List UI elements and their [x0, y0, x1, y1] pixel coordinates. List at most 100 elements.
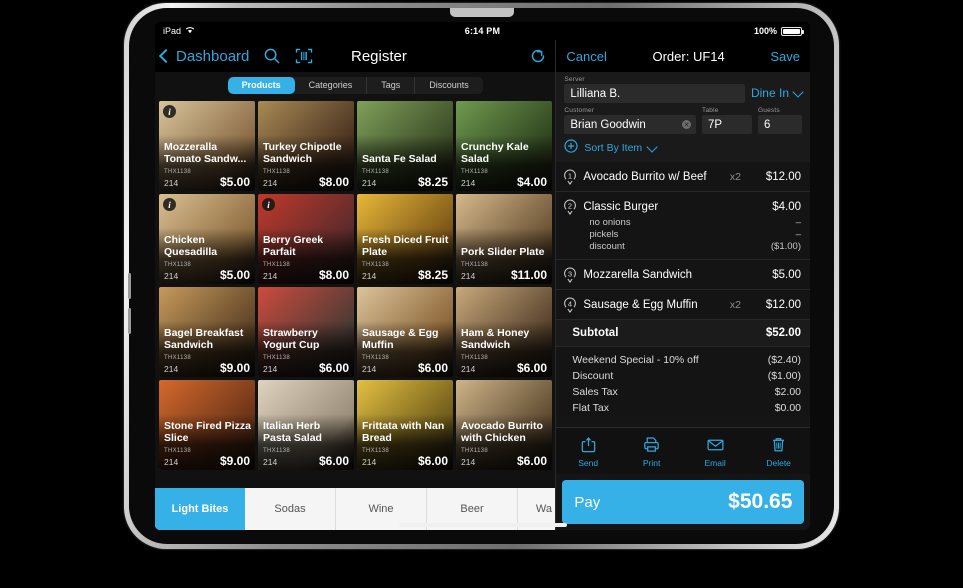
product-sku: THX1138: [362, 169, 390, 175]
product-tile[interactable]: Strawberry Yogurt Cup THX1138 214 $6.00: [258, 287, 354, 377]
category-tab[interactable]: Light Bites: [155, 488, 245, 530]
chevron-left-icon: [158, 48, 174, 64]
customer-field: Customer Brian Goodwin ✕: [564, 107, 696, 134]
product-stock-qty: 214: [461, 178, 476, 188]
total-label: Flat Tax: [572, 402, 609, 414]
pay-label: Pay: [574, 493, 601, 511]
total-row: Discount ($1.00): [572, 368, 801, 384]
customer-input[interactable]: Brian Goodwin ✕: [564, 115, 696, 134]
back-label: Dashboard: [176, 47, 250, 65]
product-price: $6.00: [417, 361, 448, 375]
svg-text:1: 1: [568, 171, 572, 180]
modifier-row: pickels –: [589, 229, 801, 241]
product-sku: THX1138: [461, 169, 489, 175]
info-icon[interactable]: i: [262, 198, 275, 211]
customer-label: Customer: [564, 107, 595, 114]
order-item[interactable]: 4 Sausage & Egg Muffin x2 $12.00: [556, 290, 810, 320]
action-label: Print: [642, 457, 661, 468]
product-price: $6.00: [318, 361, 349, 375]
modifier-value: –: [795, 217, 801, 228]
status-bar-right: 100%: [754, 26, 804, 36]
modifier-value: ($1.00): [770, 241, 801, 252]
send-icon: [579, 435, 598, 456]
product-price: $6.00: [516, 454, 547, 468]
server-field: Server Lilliana B.: [564, 76, 745, 103]
total-label: Sales Tax: [572, 386, 618, 398]
tab-products[interactable]: Products: [227, 76, 295, 94]
clear-customer-icon[interactable]: ✕: [682, 120, 691, 129]
guests-input[interactable]: 6: [758, 115, 802, 134]
order-item-modifiers: no onions – pickels – discount ($1.00): [589, 217, 801, 253]
action-label: Send: [578, 457, 599, 468]
order-item[interactable]: 3 Mozzarella Sandwich $5.00: [556, 260, 810, 290]
barcode-scan-icon[interactable]: [295, 47, 313, 65]
chevron-down-icon: [646, 140, 658, 153]
product-sku: THX1138: [461, 448, 489, 454]
product-tile[interactable]: Avocado Burrito with Chicken THX1138 214 $6…: [456, 380, 552, 470]
product-name: Sausage & Egg Muffin: [362, 327, 439, 351]
product-tile[interactable]: Turkey Chipotle Sandwich THX1138 214 $8.00: [258, 101, 354, 191]
action-delete-button[interactable]: Delete: [747, 435, 810, 468]
order-item-main: 1 Avocado Burrito w/ Beef x2 $12.00: [563, 169, 801, 185]
products-panel: Dashboard Register Products Categories T…: [155, 40, 556, 530]
action-send-button[interactable]: Send: [556, 435, 620, 468]
tab-categories[interactable]: Categories: [295, 76, 368, 94]
add-pin-icon[interactable]: [564, 139, 578, 156]
search-icon[interactable]: [263, 47, 281, 65]
cancel-button[interactable]: Cancel: [566, 49, 606, 64]
product-price: $4.00: [516, 175, 547, 189]
screenshot-root: iPad 6:14 PM 100% Dashboard Register Pro…: [0, 0, 963, 588]
product-stock-qty: 214: [362, 364, 377, 374]
product-tile[interactable]: Fresh Diced Fruit Plate THX1138 214 $8.25: [357, 194, 453, 284]
back-to-dashboard-button[interactable]: Dashboard: [158, 47, 250, 65]
order-item-number-pin-icon: 3: [563, 267, 577, 283]
total-row: Sales Tax $2.00: [572, 384, 801, 400]
dine-in-selector[interactable]: Dine In: [751, 85, 804, 103]
action-print-button[interactable]: Print: [620, 435, 684, 468]
product-sku: THX1138: [164, 355, 192, 361]
sort-by-item-control[interactable]: Sort By Item: [564, 139, 802, 156]
product-tile[interactable]: Crunchy Kale Salad THX1138 214 $4.00: [456, 101, 552, 191]
product-stock-qty: 214: [362, 178, 377, 188]
product-tile[interactable]: Ham & Honey Sandwich THX1138 214 $6.00: [456, 287, 552, 377]
info-icon[interactable]: i: [163, 105, 176, 118]
camera-notch: [449, 8, 514, 17]
product-tile[interactable]: i Chicken Quesadilla THX1138 214 $5.00: [159, 194, 255, 284]
action-email-button[interactable]: Email: [683, 435, 747, 468]
table-input[interactable]: 7P: [702, 115, 752, 134]
save-button[interactable]: Save: [770, 49, 800, 64]
product-tile[interactable]: Sausage & Egg Muffin THX1138 214 $6.00: [357, 287, 453, 377]
volume-up-button[interactable]: [128, 273, 131, 299]
pay-button[interactable]: Pay $50.65: [562, 480, 805, 524]
product-tile[interactable]: Italian Herb Pasta Salad THX1138 214 $6.00: [258, 380, 354, 470]
nav-icon-group: [263, 47, 313, 65]
product-tile[interactable]: Stone Fired Pizza Slice THX1138 214 $9.00: [159, 380, 255, 470]
order-item-price: $12.00: [765, 299, 801, 311]
order-item[interactable]: 1 Avocado Burrito w/ Beef x2 $12.00: [556, 162, 810, 192]
category-tab[interactable]: Sodas: [245, 488, 336, 530]
product-tile[interactable]: Santa Fe Salad THX1138 214 $8.25: [357, 101, 453, 191]
left-nav-bar: Dashboard Register: [155, 40, 556, 72]
refresh-icon[interactable]: [529, 47, 547, 65]
product-tile[interactable]: Pork Slider Plate THX1138 214 $11.00: [456, 194, 552, 284]
product-price: $9.00: [219, 361, 250, 375]
tab-tags[interactable]: Tags: [367, 76, 416, 94]
order-item-qty: x2: [729, 299, 741, 311]
totals-list: Weekend Special - 10% off ($2.40) Discount…: [556, 347, 810, 416]
product-name: Avocado Burrito with Chicken: [461, 420, 543, 444]
server-input[interactable]: Lilliana B.: [564, 84, 745, 103]
order-item-qty: x2: [729, 171, 741, 183]
server-label: Server: [564, 76, 585, 83]
tab-discounts[interactable]: Discounts: [415, 77, 483, 94]
info-icon[interactable]: i: [163, 198, 176, 211]
order-item[interactable]: 2 Classic Burger $4.00 no onions – pickels – di…: [556, 192, 810, 260]
product-tile[interactable]: Frittata with Nan Bread THX1138 214 $6.00: [357, 380, 453, 470]
order-title: Order: UF14: [652, 48, 725, 64]
product-tile[interactable]: Bagel Breakfast Sandwich THX1138 214 $9.00: [159, 287, 255, 377]
home-indicator[interactable]: [398, 523, 567, 527]
product-price: $6.00: [417, 454, 448, 468]
server-row: Server Lilliana B. Dine In: [564, 76, 804, 103]
product-tile[interactable]: i Mozzeralla Tomato Sandw... THX1138 214 $5.…: [159, 101, 255, 191]
volume-down-button[interactable]: [128, 308, 131, 334]
product-tile[interactable]: i Berry Greek Parfait THX1138 214 $8.00: [258, 194, 354, 284]
